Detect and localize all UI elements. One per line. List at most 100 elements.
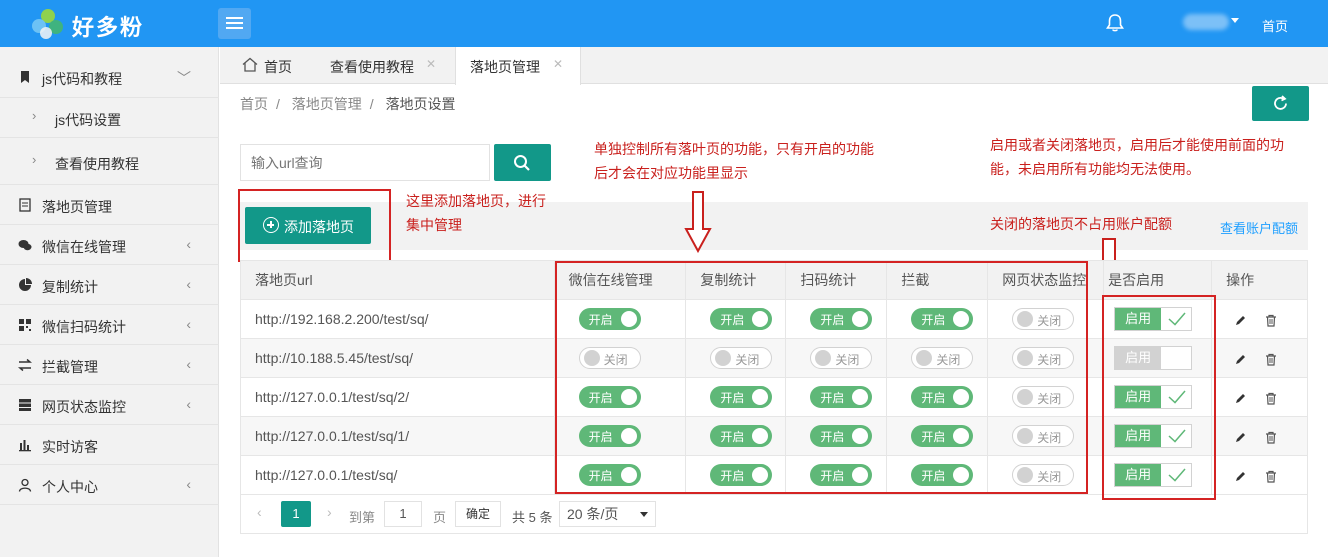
logo[interactable]: 好多粉 <box>30 6 180 42</box>
server-icon <box>19 399 31 411</box>
breadcrumb-home[interactable]: 首页 <box>240 96 268 112</box>
url-cell: http://127.0.0.1/test/sq/2/ <box>240 377 555 417</box>
col-header-actions: 操作 <box>1211 260 1308 300</box>
url-cell: http://10.188.5.45/test/sq/ <box>240 338 555 378</box>
annotation-quota: 关闭的落地页不占用账户配额 <box>990 216 1172 232</box>
goto-page-input[interactable]: 1 <box>384 501 422 527</box>
delete-icon[interactable] <box>1265 314 1277 327</box>
edit-icon[interactable] <box>1234 470 1247 483</box>
edit-icon[interactable] <box>1234 314 1247 327</box>
actions-cell <box>1211 455 1308 495</box>
bell-icon[interactable] <box>1105 13 1125 33</box>
chevron-left-icon: ‹ <box>186 276 191 292</box>
sidebar-item-label: 微信扫码统计 <box>42 319 126 335</box>
swap-icon <box>18 358 32 372</box>
url-search-input[interactable] <box>240 144 490 181</box>
actions-cell <box>1211 299 1308 339</box>
col-header-enabled: 是否启用 <box>1103 260 1213 300</box>
tab-label: 落地页管理 <box>470 59 540 75</box>
goto-label: 到第 <box>349 510 376 525</box>
prev-page-icon[interactable]: ‹ <box>257 504 262 520</box>
tab-home[interactable]: 首页 <box>234 47 324 84</box>
breadcrumb-landing-pages[interactable]: 落地页管理 <box>292 96 362 112</box>
search-icon <box>514 155 530 171</box>
caret-down-icon <box>640 512 648 517</box>
sidebar-item-label: 落地页管理 <box>42 199 112 215</box>
sidebar-item-js-code[interactable]: js代码和教程 ﹀ <box>0 57 219 98</box>
sidebar-item-js-settings[interactable]: › js代码设置 <box>0 98 219 138</box>
sidebar-item-label: 实时访客 <box>42 439 98 455</box>
url-cell: http://192.168.2.200/test/sq/ <box>240 299 555 339</box>
edit-icon[interactable] <box>1234 431 1247 444</box>
tab-tutorial[interactable]: 查看使用教程 ✕ <box>324 47 454 84</box>
sidebar-item-copy-stats[interactable]: 复制统计 ‹ <box>0 265 219 305</box>
total-count: 共 5 条 <box>512 510 553 525</box>
menu-toggle-button[interactable] <box>218 8 251 39</box>
edit-icon[interactable] <box>1234 392 1247 405</box>
delete-icon[interactable] <box>1265 353 1277 366</box>
sidebar-item-label: 复制统计 <box>42 279 98 295</box>
delete-icon[interactable] <box>1265 431 1277 444</box>
sidebar-item-qrcode-stats[interactable]: 微信扫码统计 ‹ <box>0 305 219 345</box>
tab-landing-pages[interactable]: 落地页管理 ✕ <box>455 47 581 85</box>
caret-down-icon[interactable] <box>1231 18 1239 23</box>
delete-icon[interactable] <box>1265 470 1277 483</box>
annotation-add: 这里添加落地页，进行集中管理 <box>406 193 546 233</box>
sidebar-item-tutorial[interactable]: › 查看使用教程 <box>0 139 219 185</box>
breadcrumb-current: 落地页设置 <box>385 96 456 112</box>
close-icon[interactable]: ✕ <box>426 57 436 71</box>
edit-icon[interactable] <box>1234 353 1247 366</box>
document-icon <box>19 198 31 212</box>
search-button[interactable] <box>494 144 551 181</box>
page-1-button[interactable]: 1 <box>281 501 311 527</box>
page-size-select[interactable]: 20 条/页 <box>559 501 656 527</box>
chevron-left-icon: ‹ <box>186 396 191 412</box>
annotation-box-features <box>555 261 1088 494</box>
sidebar-item-wechat[interactable]: 微信在线管理 ‹ <box>0 225 219 265</box>
bar-chart-icon <box>19 440 31 452</box>
qrcode-icon <box>19 319 31 331</box>
actions-cell <box>1211 416 1308 456</box>
pie-chart-icon <box>19 278 32 291</box>
goto-confirm-button[interactable]: 确定 <box>455 501 501 527</box>
user-name-blurred[interactable] <box>1183 14 1229 30</box>
hamburger-icon <box>226 17 243 29</box>
arrow-down-icon <box>684 191 712 253</box>
wechat-icon <box>18 240 32 251</box>
sidebar-item-monitor[interactable]: 网页状态监控 ‹ <box>0 385 219 425</box>
actions-cell <box>1211 338 1308 378</box>
annotation-box-enable <box>1102 295 1216 500</box>
breadcrumb: 首页 / 落地页管理 / 落地页设置 <box>240 96 456 112</box>
actions-cell <box>1211 377 1308 417</box>
chevron-left-icon: ‹ <box>186 316 191 332</box>
chevron-left-icon: ‹ <box>186 236 191 252</box>
annotation-features: 单独控制所有落叶页的功能，只有开启的功能后才会在对应功能里显示 <box>594 141 874 181</box>
sidebar-item-label: 拦截管理 <box>42 359 98 375</box>
sidebar-item-label: js代码和教程 <box>42 71 123 87</box>
page-size-value: 20 条/页 <box>567 506 619 522</box>
close-icon[interactable]: ✕ <box>553 57 563 71</box>
sidebar-item-intercept[interactable]: 拦截管理 ‹ <box>0 345 219 385</box>
sidebar-item-visitors[interactable]: 实时访客 <box>0 425 219 465</box>
sidebar-item-label: 网页状态监控 <box>42 399 126 415</box>
sidebar-item-landing-pages[interactable]: 落地页管理 <box>0 185 219 225</box>
refresh-button[interactable] <box>1252 86 1309 121</box>
sidebar: js代码和教程 ﹀ › js代码设置 › 查看使用教程 落地页管理 微信在线管理… <box>0 47 219 557</box>
url-cell: http://127.0.0.1/test/sq/ <box>240 455 555 495</box>
chevron-right-icon: › <box>32 152 37 167</box>
sidebar-item-label: js代码设置 <box>55 112 122 128</box>
sidebar-item-label: 微信在线管理 <box>42 239 126 255</box>
top-home-link[interactable]: 首页 <box>1262 16 1288 35</box>
page-unit-label: 页 <box>433 510 447 525</box>
chevron-left-icon: ‹ <box>186 476 191 492</box>
sidebar-item-profile[interactable]: 个人中心 ‹ <box>0 465 219 505</box>
bookmark-icon <box>21 71 29 83</box>
col-header-url: 落地页url <box>240 260 555 300</box>
tab-bar: 首页 查看使用教程 ✕ 落地页管理 ✕ <box>220 47 1328 85</box>
view-quota-link[interactable]: 查看账户配额 <box>1220 218 1298 237</box>
pagination: ‹ 1 › 到第 1 页 确定 共 5 条 20 条/页 <box>240 494 1308 534</box>
next-page-icon[interactable]: › <box>327 504 332 520</box>
user-icon <box>18 478 32 492</box>
chevron-right-icon: › <box>32 108 37 123</box>
delete-icon[interactable] <box>1265 392 1277 405</box>
